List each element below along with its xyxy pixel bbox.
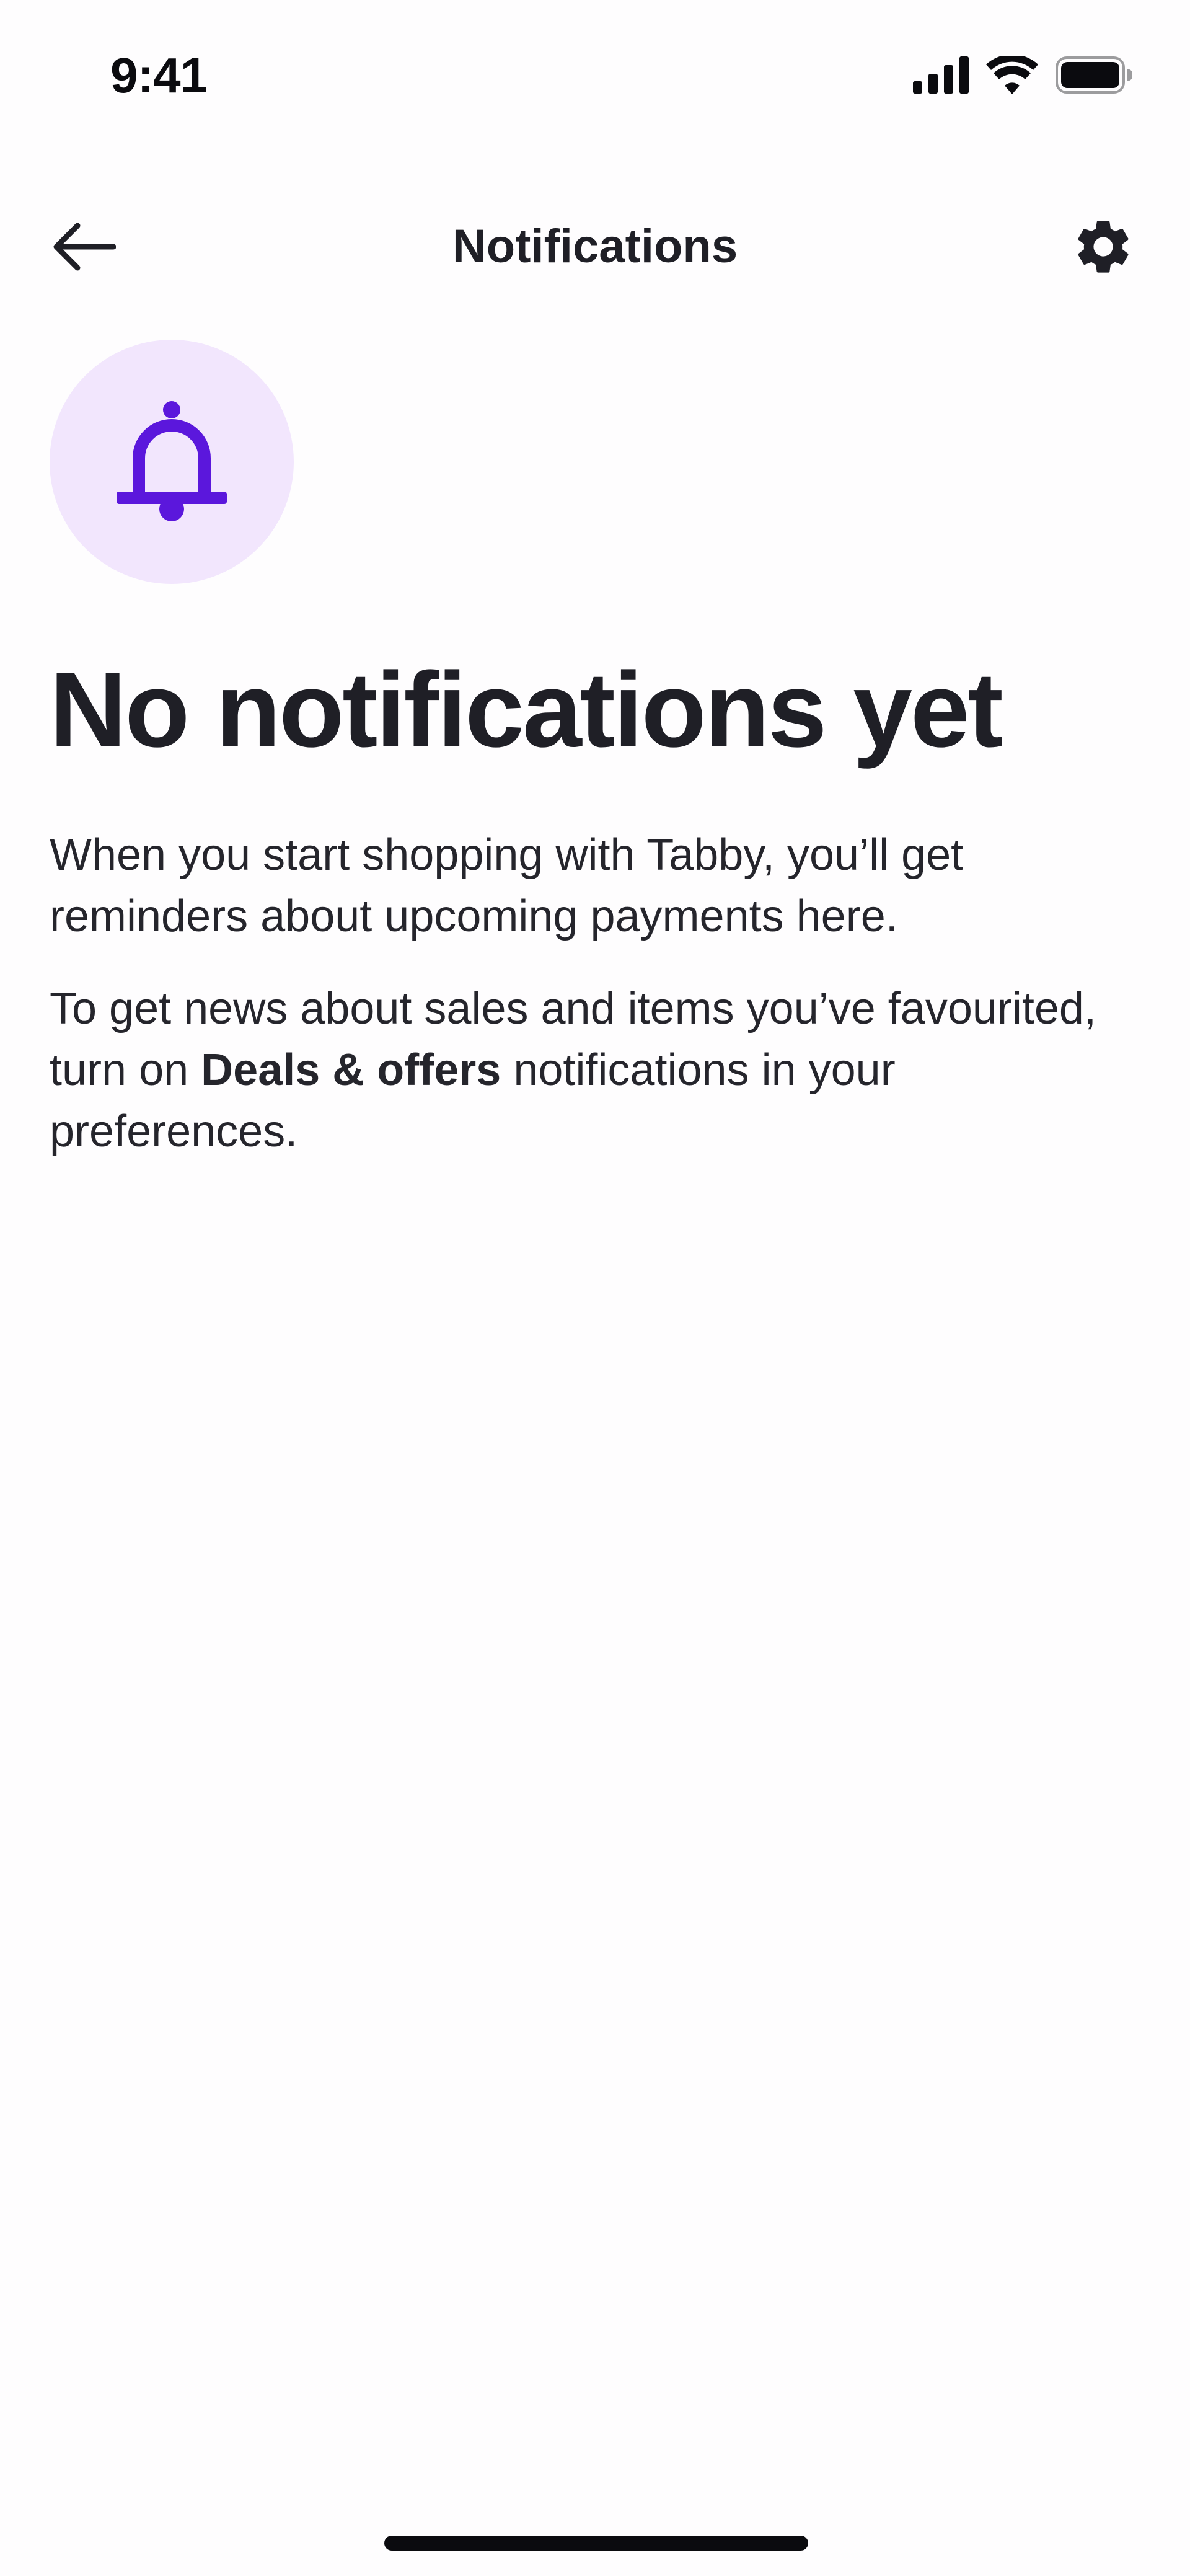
status-icons	[913, 56, 1132, 94]
settings-button[interactable]	[1066, 211, 1140, 285]
empty-state-description: When you start shopping with Tabby, you’…	[50, 830, 964, 941]
bell-icon	[113, 399, 231, 526]
status-bar: 9:41	[0, 0, 1190, 149]
deals-hint-text: To get news about sales and items you’ve…	[50, 978, 1116, 1162]
bell-badge	[50, 340, 294, 584]
home-indicator[interactable]	[384, 2536, 808, 2551]
empty-state-title: No notifications yet	[50, 650, 1003, 769]
status-time: 9:41	[110, 48, 208, 103]
top-navigation-bar: Notifications	[0, 186, 1190, 304]
cellular-signal-icon	[913, 56, 969, 94]
deals-offers-label: Deals & offers	[201, 1045, 501, 1095]
wifi-icon	[986, 56, 1038, 94]
page-title: Notifications	[452, 220, 738, 273]
gear-icon	[1071, 215, 1135, 282]
battery-icon	[1056, 56, 1132, 94]
